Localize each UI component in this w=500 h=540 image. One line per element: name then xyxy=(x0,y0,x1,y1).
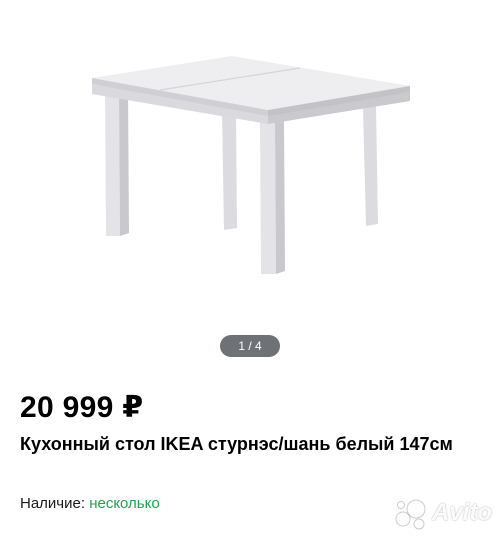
avito-watermark-text: Avito xyxy=(432,499,492,526)
photo-gallery[interactable]: 1 / 4 xyxy=(0,0,500,368)
listing-title: Кухонный стол IKEA стурнэс/шань белый 14… xyxy=(20,434,453,454)
listing-price: 20 999 ₽ xyxy=(20,391,144,424)
availability-value: несколько xyxy=(89,495,160,512)
availability: Наличие: несколько xyxy=(20,495,160,512)
product-photo-table xyxy=(92,56,410,274)
photo-counter: 1 / 4 xyxy=(220,335,280,357)
avito-watermark: Avito xyxy=(392,497,492,531)
availability-label: Наличие: xyxy=(20,495,86,512)
avito-logo-icon xyxy=(395,499,426,530)
